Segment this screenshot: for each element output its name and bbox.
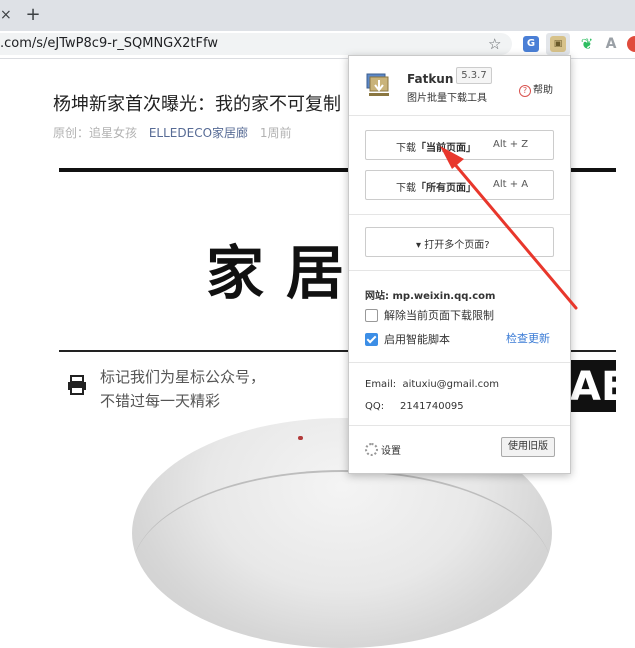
- banner-title: 家居: [206, 239, 367, 307]
- contact-qq: QQ: 2141740095: [365, 401, 464, 412]
- qq-value: 2141740095: [400, 401, 464, 412]
- settings-label: 设置: [381, 446, 401, 457]
- url-text[interactable]: .com/s/eJTwP8c9-r_SQMNGX2tFfw: [0, 36, 218, 51]
- fatkun-logo-icon: [366, 73, 389, 96]
- article-origin: 原创：追星女孩: [53, 126, 138, 140]
- account-link[interactable]: ELLEDECO家居廊: [149, 126, 248, 140]
- evernote-extension-icon[interactable]: ❦: [579, 36, 595, 52]
- separator: [349, 214, 570, 215]
- help-icon: ?: [519, 85, 531, 97]
- photo-ring: [132, 470, 552, 648]
- unlimit-download-label[interactable]: 解除当前页面下载限制: [384, 307, 494, 323]
- settings-link[interactable]: 设置: [365, 442, 401, 457]
- extension-name: Fatkun: [407, 72, 454, 86]
- article-meta: 原创：追星女孩 ELLEDECO家居廊 1周前: [53, 124, 292, 141]
- download-all-prefix: 下载: [396, 183, 416, 194]
- email-label: Email:: [365, 379, 397, 390]
- separator: [349, 115, 570, 116]
- bookmark-star-icon[interactable]: ☆: [488, 35, 501, 53]
- fatkun-extension-icon[interactable]: ▣: [550, 36, 566, 52]
- download-current-page-button[interactable]: 下载「当前页面」 Alt + Z: [365, 130, 554, 160]
- address-bar[interactable]: .com/s/eJTwP8c9-r_SQMNGX2tFfw ☆: [0, 33, 512, 55]
- site-info: 网站: mp.weixin.qq.com: [365, 287, 495, 302]
- article-time: 1周前: [259, 126, 292, 140]
- promo-line-1: 标记我们为星标公众号，: [100, 368, 266, 386]
- site-value: mp.weixin.qq.com: [392, 291, 496, 302]
- separator: [349, 270, 570, 271]
- extension-subtitle: 图片批量下载工具: [407, 93, 487, 104]
- fatkun-popup: Fatkun 图片批量下载工具 5.3.7 ? 帮助 下载「当前页面」 Alt +…: [348, 55, 571, 474]
- new-tab-button[interactable]: +: [24, 4, 42, 26]
- download-all-shortcut: Alt + A: [493, 179, 529, 190]
- photo-detail: [298, 436, 303, 440]
- open-multiple-pages-button[interactable]: ▾ 打开多个页面?: [365, 227, 554, 257]
- gear-icon: [365, 443, 378, 456]
- tab-strip: × +: [0, 0, 635, 31]
- profile-avatar-icon[interactable]: [627, 36, 635, 52]
- help-link[interactable]: ? 帮助: [519, 81, 553, 97]
- promo-line-2: 不错过每一天精彩: [100, 392, 221, 410]
- separator: [349, 362, 570, 363]
- translate-extension-icon[interactable]: G: [523, 36, 539, 52]
- smart-script-label[interactable]: 启用智能脚本: [384, 331, 450, 347]
- help-label: 帮助: [533, 85, 553, 96]
- qq-label: QQ:: [365, 401, 385, 412]
- contact-email: Email: aituxiu@gmail.com: [365, 379, 499, 390]
- tab-close-icon[interactable]: ×: [0, 5, 12, 25]
- a-extension-icon[interactable]: A: [603, 36, 619, 52]
- separator: [349, 425, 570, 426]
- download-current-label: 「当前页面」: [416, 143, 476, 154]
- smart-script-checkbox[interactable]: [365, 333, 378, 346]
- check-update-link[interactable]: 检查更新: [506, 330, 550, 346]
- version-badge: 5.3.7: [456, 67, 492, 84]
- download-all-pages-button[interactable]: 下载「所有页面」 Alt + A: [365, 170, 554, 200]
- download-current-shortcut: Alt + Z: [493, 139, 529, 150]
- open-multiple-label: ▾ 打开多个页面?: [416, 240, 490, 251]
- magazine-logo-letters: AE: [570, 364, 616, 410]
- download-all-label: 「所有页面」: [416, 183, 476, 194]
- download-current-prefix: 下载: [396, 143, 416, 154]
- unlimit-download-checkbox[interactable]: [365, 309, 378, 322]
- use-old-version-button[interactable]: 使用旧版: [501, 437, 555, 457]
- site-label: 网站:: [365, 291, 389, 302]
- email-value: aituxiu@gmail.com: [402, 379, 499, 390]
- printer-icon: [68, 375, 86, 395]
- article-title: 杨坤新家首次曝光：我的家不可复制: [53, 94, 341, 115]
